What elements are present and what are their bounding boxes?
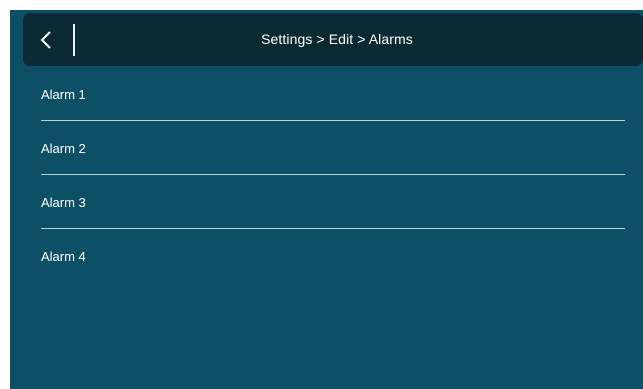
list-item-alarm-1[interactable]: Alarm 1 [41,67,625,121]
list-item-alarm-3[interactable]: Alarm 3 [41,175,625,229]
breadcrumb: Settings > Edit > Alarms [261,31,413,47]
alarm-label: Alarm 2 [41,141,86,156]
header-bar: Settings > Edit > Alarms [23,13,643,66]
alarm-label: Alarm 1 [41,87,86,102]
alarm-list: Alarm 1 Alarm 2 Alarm 3 Alarm 4 [41,67,625,282]
alarm-label: Alarm 3 [41,195,86,210]
list-item-alarm-2[interactable]: Alarm 2 [41,121,625,175]
list-item-alarm-4[interactable]: Alarm 4 [41,229,625,282]
alarms-screen: Settings > Edit > Alarms Alarm 1 Alarm 2… [10,10,643,389]
alarm-label: Alarm 4 [41,249,86,264]
chevron-left-icon [40,31,51,49]
